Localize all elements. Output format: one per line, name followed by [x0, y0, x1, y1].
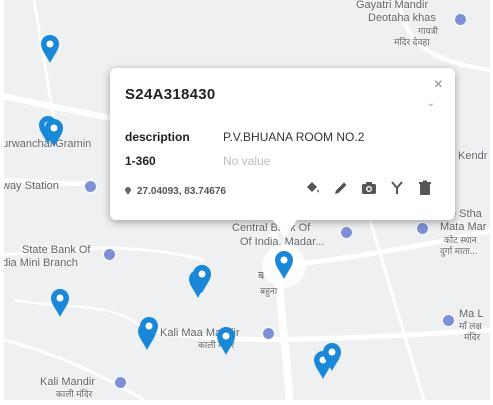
map-label-mata-mandir: Mata Mar: [440, 221, 487, 233]
location-marker-icon[interactable]: [216, 326, 236, 356]
map-label-ma-la-hindi-2: मंदिर: [464, 332, 481, 342]
info-window-title: S24A318430: [125, 86, 216, 103]
map-label-town-hindi: बहुना: [260, 286, 278, 296]
chevron-down-icon[interactable]: ⌄: [427, 98, 435, 109]
temple-poi-icon[interactable]: [442, 314, 455, 327]
field-label: 1-360: [125, 154, 156, 168]
marker-info-window: S24A318430 × ⌄ description P.V.BHUANA RO…: [110, 68, 455, 238]
map-label-mata-hindi: कोट स्थान: [444, 235, 477, 245]
map-label-mata-hindi-2: दुर्गा माता...: [440, 246, 478, 256]
coordinates-value: 27.04093, 83.74676: [137, 186, 226, 197]
temple-poi-icon[interactable]: [114, 376, 127, 389]
temple-poi-icon[interactable]: [416, 222, 429, 235]
station-poi-icon[interactable]: [84, 180, 97, 193]
map-label-gayatri-mandir: Gayatri Mandir: [356, 0, 429, 11]
bank-poi-icon[interactable]: [103, 248, 116, 261]
map-label-ma-la-hindi: माँ लक्ष: [459, 321, 482, 331]
location-marker-icon[interactable]: [139, 316, 159, 346]
bank-poi-icon[interactable]: [340, 226, 353, 239]
pencil-icon[interactable]: [333, 180, 349, 196]
map-label-kendr: Kendr: [458, 150, 488, 162]
map-label-way-station: way Station: [4, 180, 59, 192]
map-label-deotaha-hindi-2: मंदिर देवहा: [394, 37, 430, 47]
info-window-toolbar: [305, 178, 433, 198]
location-marker-icon[interactable]: [44, 118, 64, 148]
map-label-ma-la: Ma L: [459, 308, 484, 320]
field-label: description: [125, 130, 190, 144]
merge-icon[interactable]: [389, 180, 405, 196]
location-marker-icon[interactable]: [40, 34, 60, 64]
field-value-empty: No value: [223, 154, 271, 168]
field-value: P.V.BHUANA ROOM NO.2: [223, 130, 365, 144]
trash-icon[interactable]: [417, 180, 433, 196]
temple-poi-icon[interactable]: [262, 327, 275, 340]
camera-icon[interactable]: [361, 180, 377, 196]
map-label-kali-mandir: Kali Mandir: [40, 376, 96, 388]
location-pin-icon: [125, 187, 131, 195]
poi-marker-icon[interactable]: [454, 13, 467, 26]
map-label-sbi-branch: dia Mini Branch: [4, 257, 78, 269]
map-label-sbi: State Bank Of: [22, 244, 91, 256]
paint-bucket-icon[interactable]: [305, 180, 321, 196]
location-marker-icon[interactable]: [192, 264, 212, 294]
close-icon[interactable]: ×: [434, 76, 443, 94]
map-label-central-bank: Central Bank Of: [232, 222, 311, 234]
selected-location-marker-icon[interactable]: [274, 250, 294, 280]
coordinates: 27.04093, 83.74676: [125, 186, 226, 197]
map-label-deotaha-hindi: गायत्री: [418, 26, 438, 36]
map-label-kali-mandir-hindi: काली मंदिर: [56, 389, 93, 399]
location-marker-icon[interactable]: [322, 342, 342, 372]
map-label-deotaha-khas: Deotaha khas: [368, 12, 436, 24]
location-marker-icon[interactable]: [50, 288, 70, 318]
